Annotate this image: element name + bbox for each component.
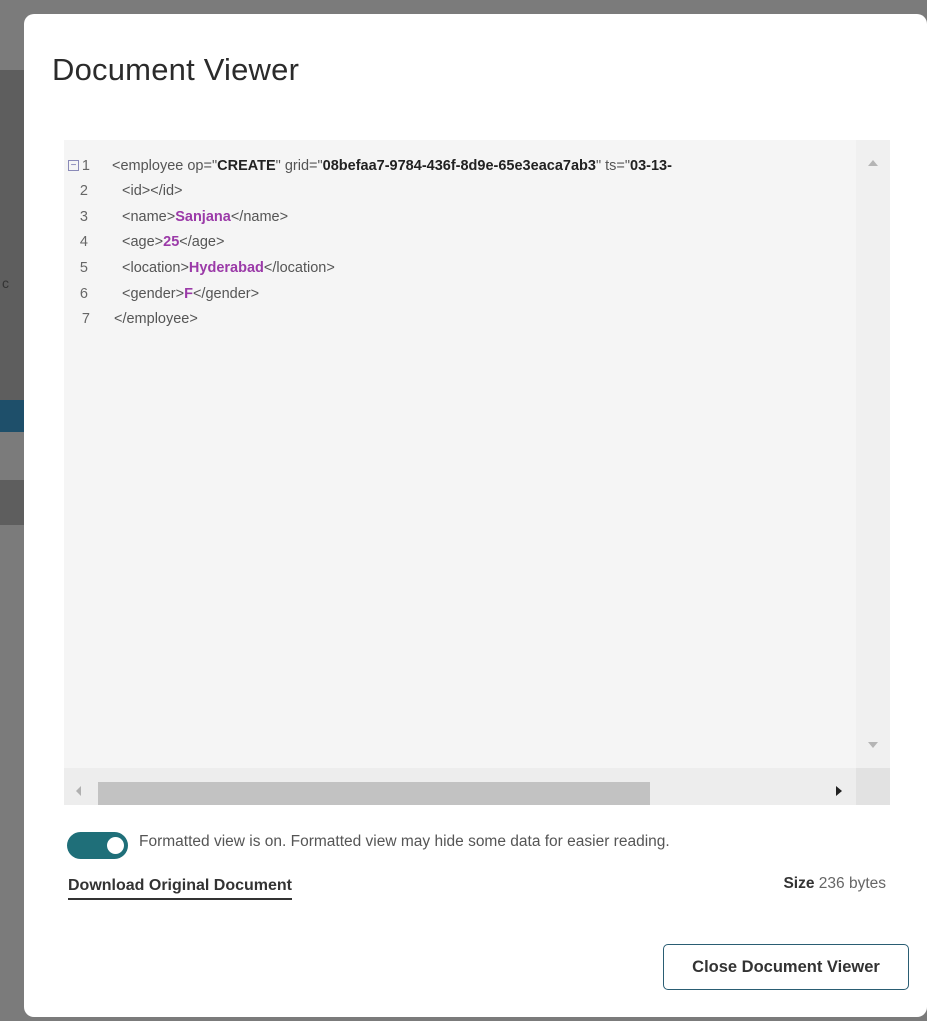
line-number: 6: [79, 286, 88, 302]
line-text: </employee>: [114, 306, 198, 332]
backdrop-highlight: [0, 400, 24, 432]
line-text: <gender>F</gender>: [122, 281, 259, 307]
attribute-value: CREATE: [217, 158, 276, 174]
line-number: 5: [79, 260, 88, 276]
code-line: 4 <age>25</age>: [64, 229, 856, 255]
xml-markup: </location>: [263, 260, 335, 276]
xml-markup: </gender>: [192, 286, 260, 302]
scroll-up-icon[interactable]: [868, 160, 878, 166]
line-number: 1: [81, 158, 90, 174]
code-content[interactable]: −1 <employee op="CREATE" grid="08befaa7-9…: [64, 140, 856, 768]
backdrop-panel: [0, 480, 24, 525]
formatted-view-toggle[interactable]: [67, 832, 128, 859]
xml-markup: " grid=": [275, 158, 323, 174]
backdrop-text: c: [2, 275, 9, 291]
download-original-link[interactable]: Download Original Document: [68, 877, 293, 900]
code-editor[interactable]: −1 <employee op="CREATE" grid="08befaa7-9…: [64, 140, 890, 805]
element-value: Hyderabad: [188, 260, 264, 276]
attribute-value: 08befaa7-9784-436f-8d9e-65e3eaca7ab3: [322, 158, 596, 174]
xml-markup: <location>: [122, 260, 189, 276]
size-label: Size: [783, 875, 815, 892]
line-text: <id></id>: [122, 178, 182, 204]
element-value: 25: [163, 234, 180, 250]
document-viewer-dialog: Document Viewer −1 <employee op="CREATE" …: [24, 14, 927, 1017]
code-line: 5 <location>Hyderabad</location>: [64, 255, 856, 281]
line-number: 3: [79, 209, 88, 225]
code-line: 6 <gender>F</gender>: [64, 281, 856, 307]
xml-markup: <employee op=": [112, 158, 218, 174]
xml-markup: </employee>: [114, 311, 198, 327]
xml-markup: </name>: [230, 209, 289, 225]
line-number: 4: [79, 234, 88, 250]
scrollbar-corner: [856, 768, 890, 805]
element-value: Sanjana: [175, 209, 231, 225]
xml-markup: <age>: [122, 234, 164, 250]
line-text: <employee op="CREATE" grid="08befaa7-978…: [112, 153, 672, 179]
document-size: Size 236 bytes: [783, 875, 886, 893]
horizontal-scroll-thumb[interactable]: [98, 782, 650, 805]
xml-markup: </age>: [179, 234, 225, 250]
code-line: 2 <id></id>: [64, 178, 856, 204]
close-document-viewer-button[interactable]: Close Document Viewer: [663, 944, 909, 990]
line-text: <age>25</age>: [122, 229, 224, 255]
attribute-value: 03-13-: [630, 158, 672, 174]
toggle-knob: [107, 837, 124, 854]
vertical-scrollbar[interactable]: [856, 140, 890, 768]
scroll-down-icon[interactable]: [868, 742, 878, 748]
scroll-left-icon[interactable]: [76, 786, 81, 796]
scroll-right-icon[interactable]: [836, 786, 842, 796]
xml-markup: <id></id>: [122, 183, 183, 199]
element-value: F: [184, 286, 193, 302]
code-line: 3 <name>Sanjana</name>: [64, 204, 856, 230]
dialog-title: Document Viewer: [52, 52, 300, 87]
xml-markup: <gender>: [122, 286, 185, 302]
xml-markup: <name>: [122, 209, 176, 225]
xml-markup: " ts=": [595, 158, 631, 174]
code-line: 7 </employee>: [64, 306, 856, 332]
horizontal-scrollbar[interactable]: [64, 768, 856, 805]
line-number: 2: [79, 183, 88, 199]
line-text: <location>Hyderabad</location>: [122, 255, 335, 281]
line-text: <name>Sanjana</name>: [122, 204, 288, 230]
formatted-view-description: Formatted view is on. Formatted view may…: [139, 833, 670, 850]
line-number: 7: [81, 311, 90, 327]
size-value: 236 bytes: [818, 875, 886, 892]
backdrop-panel: [0, 70, 24, 400]
code-line: −1 <employee op="CREATE" grid="08befaa7-9…: [64, 153, 856, 179]
